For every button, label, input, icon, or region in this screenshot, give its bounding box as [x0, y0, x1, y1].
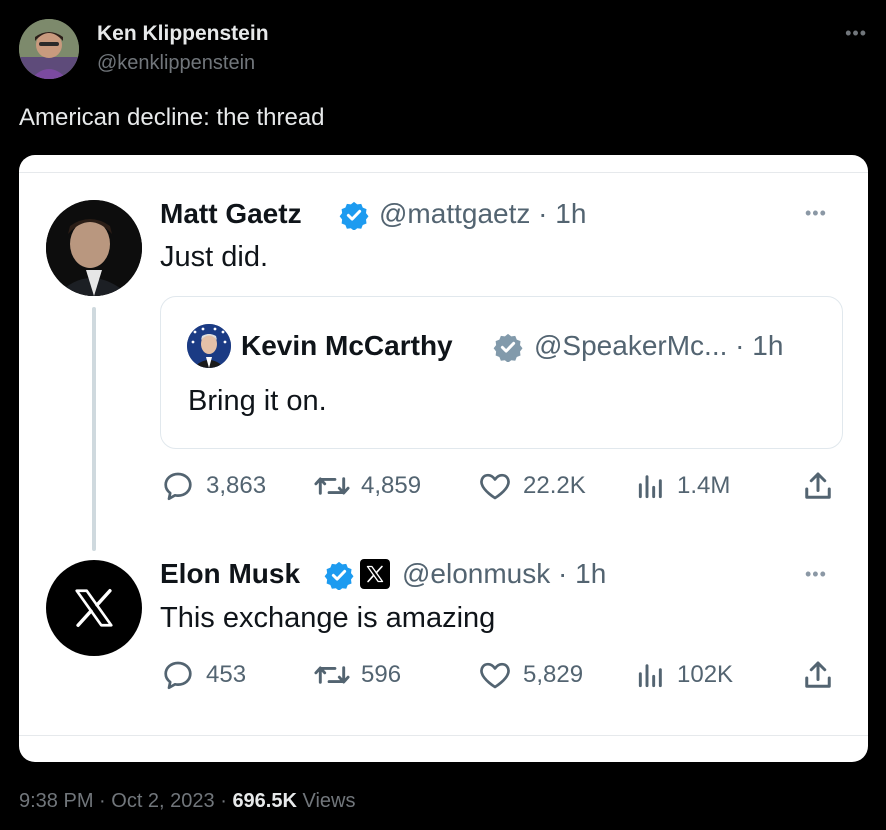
author-avatar[interactable] [19, 19, 79, 79]
verified-badge-icon [339, 201, 369, 230]
more-options-icon[interactable]: ••• [845, 23, 867, 44]
divider [19, 735, 868, 736]
like-heart-icon [480, 662, 510, 689]
like-count: 5,829 [523, 661, 584, 688]
retweet-action: 4,859 [313, 466, 421, 506]
like-action: 5,829 [477, 655, 583, 695]
second-tweet-text: This exchange is amazing [160, 602, 496, 634]
quoted-tweet-name: Kevin McCarthy [241, 330, 453, 361]
quoted-tweet-handle-time: @SpeakerMc... · 1h [534, 330, 784, 361]
tweet-media-image[interactable]: Matt Gaetz @mattgaetz · 1h ••• Just did.… [19, 155, 868, 762]
reply-icon [164, 661, 192, 690]
author-handle[interactable]: @kenklippenstein [97, 52, 255, 75]
tweet-author: Ken Klippenstein @kenklippenstein ••• [19, 19, 867, 79]
views-count: 1.4M [677, 472, 731, 499]
retweet-count: 4,859 [361, 472, 422, 499]
thread-connector-line [92, 307, 96, 551]
second-tweet-handle-time: @elonmusk · 1h [402, 558, 607, 589]
views-count: 102K [677, 661, 734, 688]
tweet-timestamp[interactable]: 9:38 PM · Oct 2, 2023 · [19, 790, 232, 812]
second-tweet-actions: 453 596 5,829 102K [160, 655, 850, 695]
tweet-view-count: 696.5K [232, 790, 297, 812]
share-upload-icon [805, 661, 831, 688]
kevin-mccarthy-avatar [187, 324, 231, 368]
author-name[interactable]: Ken Klippenstein [97, 22, 269, 46]
matt-gaetz-avatar [46, 200, 142, 296]
tweet-metadata: 9:38 PM · Oct 2, 2023 · 696.5K Views [19, 790, 355, 813]
views-label: Views [296, 790, 356, 812]
first-tweet-name: Matt Gaetz [160, 198, 302, 229]
views-chart-icon [638, 664, 662, 688]
first-tweet-handle-time: @mattgaetz · 1h [379, 198, 587, 229]
views-action: 1.4M [635, 466, 730, 506]
share-upload-icon [805, 472, 831, 499]
verified-badge-icon [324, 561, 354, 590]
divider [19, 172, 868, 173]
first-tweet-actions: 3,863 4,859 22.2K 1.4M [160, 466, 850, 506]
second-tweet-name: Elon Musk [160, 558, 301, 589]
retweet-action: 596 [313, 655, 401, 695]
first-tweet-more-icon: ••• [805, 203, 827, 223]
x-affiliate-badge-icon [360, 559, 390, 589]
views-chart-icon [638, 475, 662, 499]
x-logo-icon [75, 589, 113, 627]
reply-action: 453 [160, 655, 246, 695]
retweet-count: 596 [361, 661, 402, 688]
views-action: 102K [635, 655, 733, 695]
like-count: 22.2K [523, 472, 586, 499]
retweet-icon [314, 666, 350, 684]
reply-count: 453 [206, 661, 247, 688]
reply-count: 3,863 [206, 472, 267, 499]
share-action [800, 655, 836, 695]
share-action [800, 466, 836, 506]
second-tweet-more-icon: ••• [805, 564, 827, 584]
reply-action: 3,863 [160, 466, 266, 506]
first-tweet-text: Just did. [160, 241, 268, 273]
quoted-tweet-text: Bring it on. [188, 385, 327, 417]
x-logo-avatar [46, 560, 142, 656]
like-action: 22.2K [477, 466, 586, 506]
retweet-icon [314, 477, 350, 495]
reply-icon [164, 472, 192, 501]
quoted-tweet: Kevin McCarthy @SpeakerMc... · 1h Bring … [160, 296, 843, 449]
tweet-text: American decline: the thread [19, 104, 325, 131]
verified-badge-grey-icon [493, 333, 523, 362]
like-heart-icon [480, 473, 510, 500]
